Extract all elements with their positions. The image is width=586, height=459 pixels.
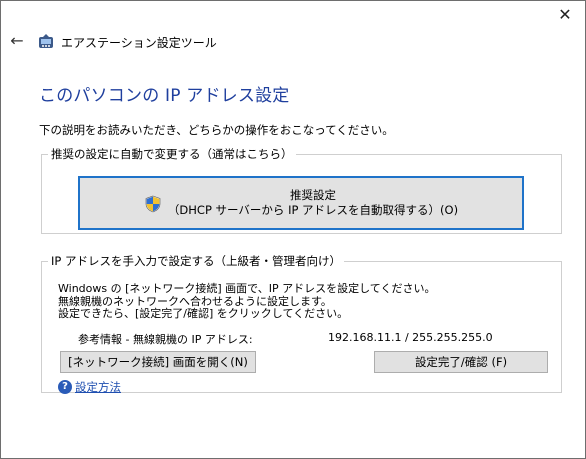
- help-link-text: 設定方法: [75, 380, 121, 394]
- recommended-button-label: 推奨設定: [289, 188, 336, 202]
- manual-desc-line: Windows の [ネットワーク接続] 画面で、IP アドレスを設定してくださ…: [58, 282, 436, 295]
- header-bar: ← エアステーション設定ツール: [1, 27, 585, 57]
- back-arrow-icon: ←: [10, 31, 24, 50]
- close-icon: ✕: [558, 5, 572, 24]
- open-network-connections-button[interactable]: [ネットワーク接続] 画面を開く(N): [60, 351, 256, 373]
- manual-desc-line: 設定できたら、[設定完了/確認] をクリックしてください。: [58, 307, 349, 320]
- instruction-text: 下の説明をお読みいただき、どちらかの操作をおこなってください。: [39, 123, 394, 137]
- help-icon: ?: [58, 380, 72, 394]
- router-tool-icon: [39, 34, 53, 48]
- manual-group-legend: IP アドレスを手入力で設定する（上級者・管理者向け）: [51, 254, 341, 268]
- manual-setting-group: IP アドレスを手入力で設定する（上級者・管理者向け） Windows の [ネ…: [41, 253, 562, 395]
- auto-setting-group: 推奨の設定に自動で変更する（通常はこちら） 推奨設定 （DHCP サーバーから …: [41, 146, 562, 234]
- reference-ip-label: 参考情報 - 無線親機の IP アドレス:: [78, 333, 253, 346]
- recommended-button-sublabel: （DHCP サーバーから IP アドレスを自動取得する）(O): [167, 203, 459, 217]
- dialog-window: ✕ ← エアステーション設定ツール このパソコンの IP アドレス設定 下の説明…: [0, 0, 586, 459]
- close-button[interactable]: ✕: [551, 3, 579, 27]
- reference-ip-value: 192.168.11.1 / 255.255.255.0: [328, 331, 493, 344]
- settings-complete-button[interactable]: 設定完了/確認 (F): [374, 351, 548, 373]
- app-title: エアステーション設定ツール: [61, 36, 217, 50]
- auto-group-legend: 推奨の設定に自動で変更する（通常はこちら）: [51, 147, 293, 161]
- back-button[interactable]: ←: [7, 31, 27, 51]
- recommended-settings-button[interactable]: 推奨設定 （DHCP サーバーから IP アドレスを自動取得する）(O): [78, 176, 524, 230]
- page-title: このパソコンの IP アドレス設定: [39, 86, 290, 106]
- manual-description: Windows の [ネットワーク接続] 画面で、IP アドレスを設定してくださ…: [58, 282, 436, 321]
- uac-shield-icon: [145, 195, 161, 213]
- help-link[interactable]: ? 設定方法: [58, 379, 121, 395]
